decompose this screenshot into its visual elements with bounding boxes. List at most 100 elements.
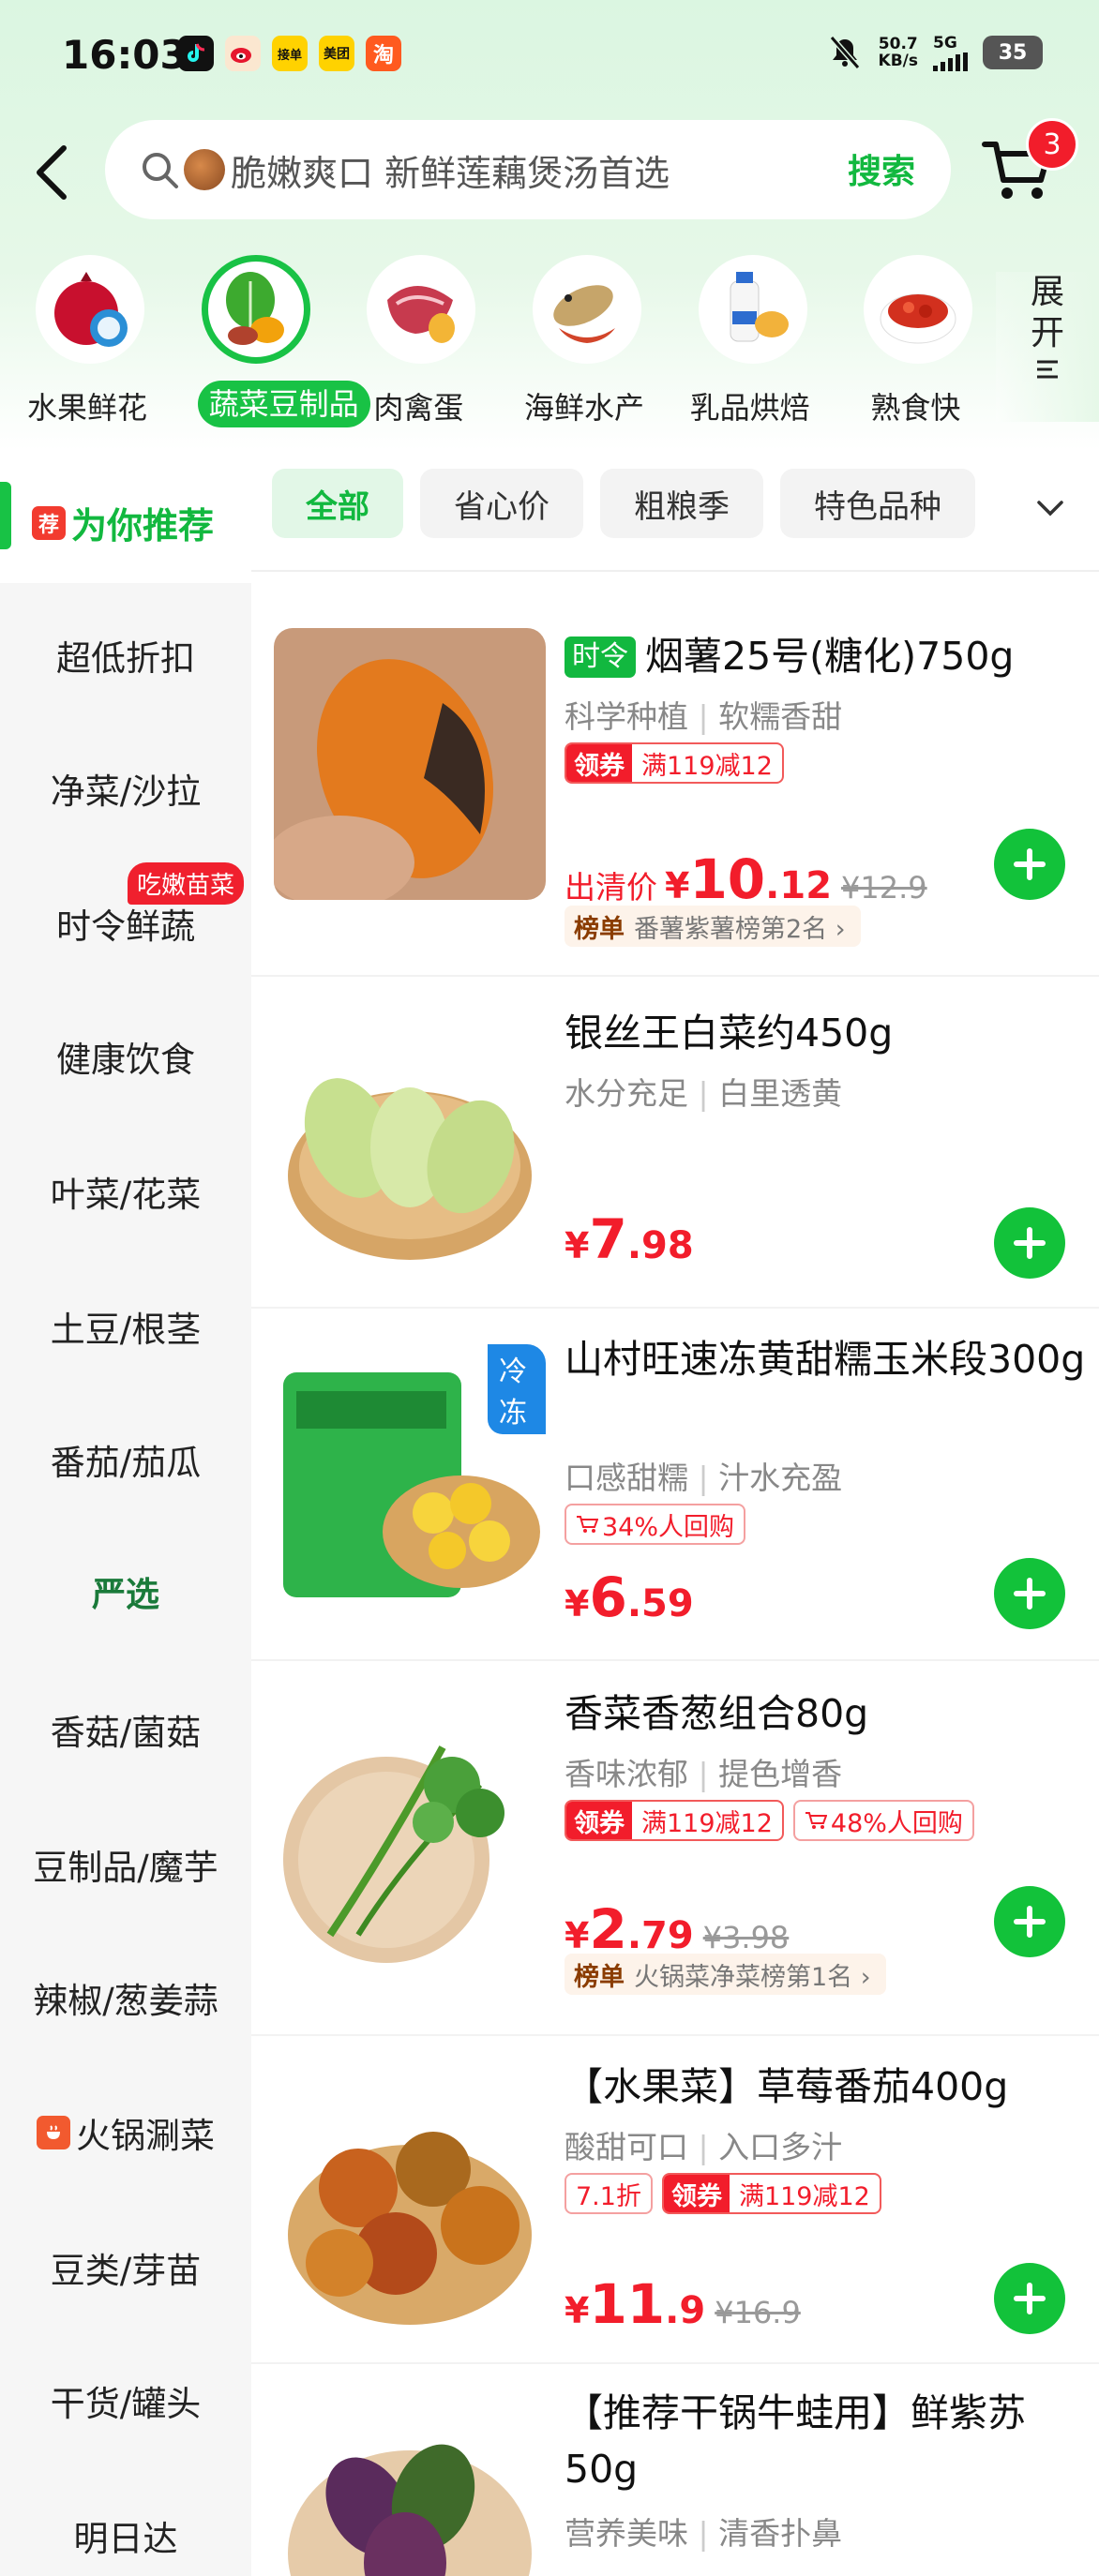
- sidebar-item[interactable]: 叶菜/花菜: [0, 1166, 251, 1217]
- coupon-tag[interactable]: 领券 满119减12: [565, 1800, 784, 1841]
- crayfish-icon: [864, 255, 973, 364]
- expand-label: 开: [1030, 314, 1064, 352]
- add-to-cart-button[interactable]: [994, 1558, 1065, 1629]
- product-tags: 领券 满119减12: [565, 742, 784, 784]
- sidebar-item[interactable]: 时令鲜蔬: [0, 898, 251, 949]
- add-to-cart-button[interactable]: [994, 1207, 1065, 1279]
- plus-icon: [1014, 2283, 1046, 2314]
- milk-icon: [698, 255, 807, 364]
- product-card[interactable]: 【水果菜】草莓番茄400g 酸甜可口 | 入口多汁 7.1折 领券 满119减12…: [251, 2038, 1099, 2362]
- coriander-scallion-image: [274, 1700, 546, 1972]
- net-type: 5G: [933, 34, 957, 52]
- filter-chip-grains[interactable]: 粗粮季: [600, 469, 763, 538]
- sidebar-active-indicator: [0, 482, 11, 549]
- filter-chip-all[interactable]: 全部: [272, 469, 403, 538]
- chevron-down-icon[interactable]: [1031, 489, 1069, 527]
- filter-chip-special[interactable]: 特色品种: [780, 469, 975, 538]
- add-to-cart-button[interactable]: [994, 829, 1065, 900]
- product-card[interactable]: 银丝王白菜约450g 水分充足 | 白里透黄 ¥ 7 .98: [251, 979, 1099, 1307]
- sidebar-item[interactable]: 超低折扣: [0, 630, 251, 681]
- app3-icon: 接单: [272, 36, 308, 71]
- category-seafood[interactable]: 海鲜水产: [497, 240, 663, 437]
- sidebar-item[interactable]: 干货/罐头: [0, 2375, 251, 2426]
- product-title: 香菜香葱组合80g: [565, 1691, 869, 1736]
- douyin-icon: [178, 36, 214, 71]
- pomegranate-icon: [36, 255, 144, 364]
- search-icon: [143, 153, 178, 188]
- category-fruit-flowers[interactable]: 水果鲜花: [0, 240, 166, 437]
- product-separator: [251, 1307, 1099, 1309]
- signal-icon: [933, 52, 968, 71]
- sidebar-item[interactable]: 番茄/茄瓜: [0, 1434, 251, 1485]
- filter-chip-value-price[interactable]: 省心价: [420, 469, 583, 538]
- vegetables-icon: [201, 255, 310, 364]
- sidebar-item-hotpot[interactable]: 火锅涮菜: [0, 2107, 251, 2158]
- plus-icon: [1014, 1578, 1046, 1610]
- strawberry-tomato-image: [274, 2075, 546, 2347]
- rank-tag[interactable]: 榜单 火锅菜净菜榜第1名 ›: [565, 1954, 886, 1995]
- plus-icon: [1014, 848, 1046, 880]
- price-row: ¥ 2 .79 ¥3.98: [565, 1897, 790, 1961]
- filter-divider: [251, 570, 1099, 572]
- corn-image: 冷冻: [274, 1344, 546, 1616]
- hotpot-icon: [37, 2116, 70, 2149]
- coupon-tag[interactable]: 领券 满119减12: [661, 2173, 881, 2214]
- category-label: 海鲜水产: [524, 390, 645, 426]
- status-bar: 16:03 接单 美团 淘 50.7 KB/s 5G 35: [0, 0, 1099, 112]
- battery-icon: 35: [983, 36, 1043, 69]
- sidebar-item-strict-selection[interactable]: 严选: [0, 1567, 251, 1616]
- category-bar: 水果鲜花 蔬菜豆制品 肉禽蛋 海鲜水产 乳品烘焙 熟食快: [0, 240, 994, 437]
- product-title: 【水果菜】草莓番茄400g: [565, 2064, 1009, 2109]
- category-label: 水果鲜花: [26, 390, 147, 426]
- category-label: 熟食快: [870, 390, 961, 426]
- category-meat-eggs[interactable]: 肉禽蛋: [331, 240, 497, 437]
- price-row: ¥ 6 .59: [565, 1565, 694, 1629]
- add-to-cart-button[interactable]: [994, 2263, 1065, 2334]
- cart-count-badge: 3: [1026, 118, 1078, 171]
- sidebar-item-label: 为你推荐: [71, 505, 215, 547]
- sidebar-item[interactable]: 土豆/根茎: [0, 1301, 251, 1352]
- signal-group: 5G: [933, 34, 968, 71]
- taobao-icon: 淘: [366, 36, 401, 71]
- notification-app-icons: 接单 美团 淘: [178, 36, 401, 71]
- category-dairy-bakery[interactable]: 乳品烘焙: [663, 240, 829, 437]
- sidebar-item[interactable]: 豆制品/魔芋: [0, 1839, 251, 1890]
- sidebar-item[interactable]: 净菜/沙拉: [0, 763, 251, 814]
- status-time: 16:03: [62, 32, 188, 78]
- sidebar-item-recommended[interactable]: 荐 为你推荐: [32, 497, 214, 548]
- category-deli[interactable]: 熟食快: [828, 240, 994, 437]
- sidebar-item[interactable]: 辣椒/葱姜蒜: [0, 1972, 251, 2023]
- product-card[interactable]: 冷冻 山村旺速冻黄甜糯玉米段300g 口感甜糯 | 汁水充盈 34%人回购 ¥ …: [251, 1312, 1099, 1659]
- meituan-icon: 美团: [319, 36, 354, 71]
- back-arrow-icon: [37, 145, 67, 200]
- add-to-cart-button[interactable]: [994, 1886, 1065, 1957]
- product-separator: [251, 2034, 1099, 2036]
- rank-tag[interactable]: 榜单 番薯紫薯榜第2名 ›: [565, 906, 861, 947]
- coupon-tag[interactable]: 领券 满119减12: [565, 742, 784, 784]
- expand-categories-button[interactable]: 展 开: [996, 272, 1099, 422]
- sweet-potato-image: [274, 628, 546, 900]
- price-row: 出清价 ¥ 10 .12 ¥12.9: [565, 847, 927, 911]
- product-card[interactable]: 香菜香葱组合80g 香味浓郁 | 提色增香 领券 满119减12 48%人回购 ¥…: [251, 1663, 1099, 2034]
- product-title: 时令 烟薯25号(糖化)750g: [565, 628, 1090, 684]
- meat-icon: [367, 255, 476, 364]
- product-title: 山村旺速冻黄甜糯玉米段300g: [565, 1337, 1086, 1382]
- product-subtitle: 科学种植 | 软糯香甜: [565, 698, 843, 735]
- search-button[interactable]: 搜索: [848, 144, 915, 193]
- category-label: 肉禽蛋: [373, 390, 464, 426]
- sidebar-item[interactable]: 健康饮食: [0, 1031, 251, 1082]
- sidebar-item[interactable]: 明日达: [0, 2510, 251, 2561]
- category-vegetables[interactable]: 蔬菜豆制品: [166, 240, 370, 437]
- repurchase-tag: 34%人回购: [565, 1504, 746, 1545]
- expand-lines-icon: [1037, 360, 1058, 379]
- sidebar-item[interactable]: 香菇/菌菇: [0, 1704, 251, 1755]
- category-label: 乳品烘焙: [689, 390, 810, 426]
- search-input[interactable]: 脆嫩爽口 新鲜莲藕煲汤首选 搜索: [105, 120, 951, 219]
- product-card[interactable]: 【推荐干锅牛蛙用】鲜紫苏50g 营养美味 | 清香扑鼻: [251, 2366, 1099, 2576]
- mute-bell-icon: [829, 36, 860, 69]
- product-subtitle: 营养美味 | 清香扑鼻: [565, 2515, 843, 2552]
- product-card[interactable]: 时令 烟薯25号(糖化)750g 科学种植 | 软糯香甜 领券 满119减12 出清…: [251, 600, 1099, 975]
- back-button[interactable]: [26, 139, 79, 206]
- sidebar-item[interactable]: 豆类/芽苗: [0, 2242, 251, 2293]
- price-row: ¥ 11 .9 ¥16.9: [565, 2272, 801, 2336]
